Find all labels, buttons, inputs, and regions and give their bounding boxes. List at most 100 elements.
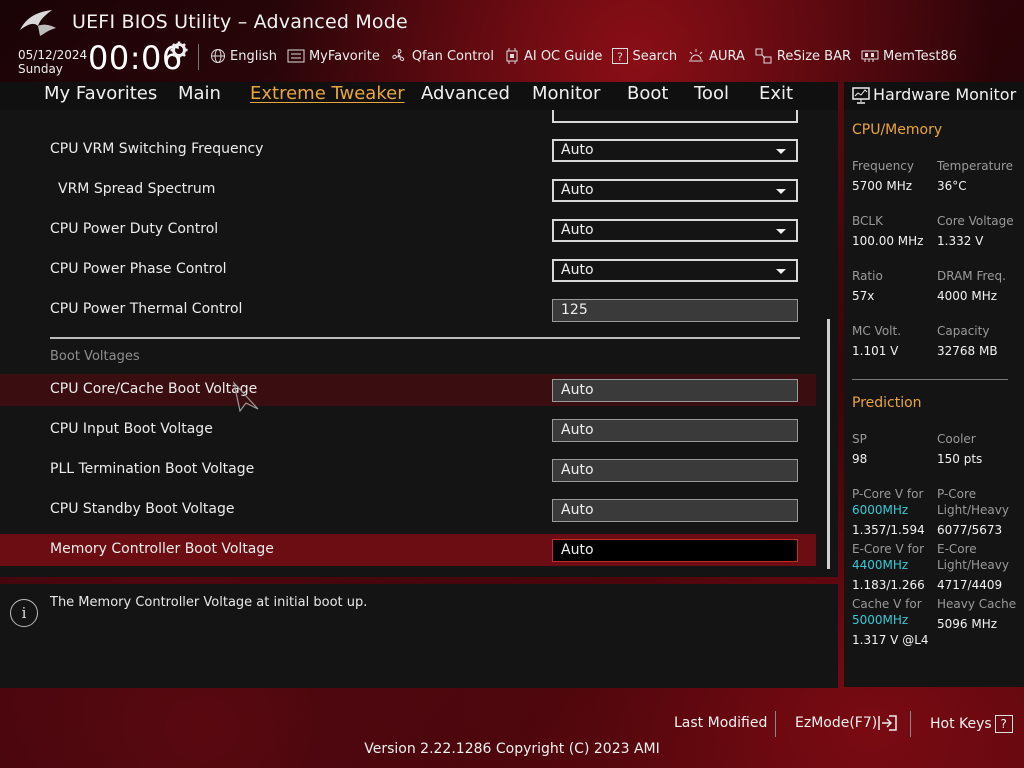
tab-my-favorites[interactable]: My Favorites xyxy=(44,83,157,104)
capacity-label: Capacity xyxy=(937,324,990,338)
hardware-monitor-header: Hardware Monitor xyxy=(844,82,1024,110)
dropdown-value: Auto xyxy=(561,262,594,278)
gear-icon[interactable] xyxy=(170,41,188,59)
temperature-value: 36°C xyxy=(937,179,967,193)
cpu-power-duty-control-dropdown[interactable]: Auto xyxy=(552,219,798,242)
memory-controller-boot-voltage-input[interactable]: Auto xyxy=(552,539,798,562)
ecore-lh-sublabel: Light/Heavy xyxy=(937,558,1009,572)
heavy-cache-value: 5096 MHz xyxy=(937,617,998,631)
ratio-value: 57x xyxy=(852,289,875,303)
dropdown-value: Auto xyxy=(561,182,594,198)
language-button[interactable]: English xyxy=(210,48,277,64)
setting-label: PLL Termination Boot Voltage xyxy=(50,461,255,477)
qfan-control-button[interactable]: Qfan Control xyxy=(390,48,494,64)
ecore-lh-value: 4717/4409 xyxy=(937,578,1003,592)
ecore-lh-label: E-Core xyxy=(937,542,977,556)
tab-boot[interactable]: Boot xyxy=(627,83,668,104)
last-modified-button[interactable]: Last Modified xyxy=(674,715,767,731)
vrm-spread-spectrum-dropdown[interactable]: Auto xyxy=(552,179,798,202)
hardware-monitor-panel: CPU/Memory Frequency 5700 MHz Temperatur… xyxy=(844,110,1024,687)
pcore-lh-label: P-Core xyxy=(937,487,977,501)
header-divider xyxy=(198,44,199,70)
pcore-lh-sublabel: Light/Heavy xyxy=(937,503,1009,517)
setting-row[interactable]: CPU Input Boot Voltage Auto xyxy=(0,414,816,446)
caret-down-icon xyxy=(776,269,786,274)
header-bar: UEFI BIOS Utility – Advanced Mode 05/12/… xyxy=(0,0,1024,82)
pcore-lh-value: 6077/5673 xyxy=(937,523,1003,537)
cpu-power-phase-control-dropdown[interactable]: Auto xyxy=(552,259,798,282)
tab-main[interactable]: Main xyxy=(178,83,221,104)
exit-arrow-icon xyxy=(878,715,897,731)
setting-row[interactable]: CPU Power Duty Control Auto xyxy=(0,214,816,246)
setting-row[interactable]: PLL Termination Boot Voltage Auto xyxy=(0,454,816,486)
cpu-standby-boot-voltage-input[interactable]: Auto xyxy=(552,499,798,522)
ecore-v-value: 1.183/1.266 xyxy=(852,578,925,592)
core-voltage-value: 1.332 V xyxy=(937,234,984,248)
mc-volt-value: 1.101 V xyxy=(852,344,899,358)
tab-advanced[interactable]: Advanced xyxy=(421,83,510,104)
cpu-vrm-switching-frequency-dropdown[interactable]: Auto xyxy=(552,139,798,162)
hardware-monitor-title: Hardware Monitor xyxy=(873,85,1017,104)
dropdown-value: Auto xyxy=(561,142,594,158)
pcore-v-label: P-Core V for xyxy=(852,487,924,501)
temperature-label: Temperature xyxy=(937,159,1014,173)
resize-bar-button[interactable]: ReSize BAR xyxy=(755,48,851,64)
favorite-icon xyxy=(287,49,305,63)
setting-label: Memory Controller Boot Voltage xyxy=(50,541,274,557)
hot-keys-label: Hot Keys xyxy=(930,716,992,732)
heavy-cache-label: Heavy Cache xyxy=(937,597,1017,611)
pll-termination-boot-voltage-input[interactable]: Auto xyxy=(552,459,798,482)
main-nav: My Favorites Main Extreme Tweaker Advanc… xyxy=(0,82,838,110)
language-label: English xyxy=(230,48,277,64)
setting-row[interactable]: CPU Power Phase Control Auto xyxy=(0,254,816,286)
ezmode-button[interactable]: EzMode(F7) xyxy=(795,715,899,731)
setting-label: CPU Power Phase Control xyxy=(50,261,227,277)
qfan-label: Qfan Control xyxy=(411,48,494,64)
sp-value: 98 xyxy=(852,452,868,466)
caret-down-icon xyxy=(776,149,786,154)
core-voltage-label: Core Voltage xyxy=(937,214,1014,228)
setting-row[interactable]: VRM Spread Spectrum Auto xyxy=(0,174,816,206)
pcore-v-freq: 6000MHz xyxy=(852,503,909,517)
myfavorite-button[interactable]: MyFavorite xyxy=(287,49,380,64)
caret-down-icon xyxy=(776,229,786,234)
setting-row[interactable]: CPU Power Thermal Control 125 xyxy=(0,294,816,326)
setting-row[interactable]: CPU VRM Switching Frequency Auto xyxy=(0,134,816,166)
tab-monitor[interactable]: Monitor xyxy=(532,83,600,104)
clock: 00:06 xyxy=(88,39,183,77)
hot-keys-button[interactable]: Hot Keys? xyxy=(930,715,1013,733)
setting-label: VRM Spread Spectrum xyxy=(58,181,216,197)
cooler-label: Cooler xyxy=(937,432,976,446)
tab-tool[interactable]: Tool xyxy=(694,83,729,104)
prediction-section-title: Prediction xyxy=(852,395,922,411)
memtest86-button[interactable]: MemTest86 xyxy=(861,49,957,64)
mc-volt-label: MC Volt. xyxy=(852,324,902,338)
cooler-value: 150 pts xyxy=(937,452,983,466)
help-text: The Memory Controller Voltage at initial… xyxy=(50,595,368,610)
aura-light-icon xyxy=(689,49,704,62)
search-button[interactable]: ? Search xyxy=(612,48,677,64)
globe-icon xyxy=(211,49,225,63)
cpu-input-boot-voltage-input[interactable]: Auto xyxy=(552,419,798,442)
ai-oc-guide-button[interactable]: AI OC Guide xyxy=(504,48,602,64)
memtest86-label: MemTest86 xyxy=(883,48,958,64)
scrollbar[interactable] xyxy=(827,319,830,569)
toolbar: English MyFavorite Qfan Control AI OC Gu… xyxy=(210,45,967,67)
cache-v-freq: 5000MHz xyxy=(852,613,909,627)
bclk-label: BCLK xyxy=(852,214,883,228)
setting-row-selected[interactable]: Memory Controller Boot Voltage Auto xyxy=(0,534,816,566)
cpu-power-thermal-control-input[interactable]: 125 xyxy=(552,299,798,322)
scrolled-off-field[interactable] xyxy=(552,110,798,123)
setting-label: CPU Input Boot Voltage xyxy=(50,421,213,437)
dram-freq-label: DRAM Freq. xyxy=(937,269,1006,283)
aura-label: AURA xyxy=(709,48,745,64)
cache-v-label: Cache V for xyxy=(852,597,922,611)
aura-button[interactable]: AURA xyxy=(687,48,745,64)
tab-exit[interactable]: Exit xyxy=(759,83,793,104)
cpu-core-cache-boot-voltage-input[interactable]: Auto xyxy=(552,379,798,402)
setting-row[interactable]: CPU Core/Cache Boot Voltage Auto xyxy=(0,374,816,406)
tab-extreme-tweaker[interactable]: Extreme Tweaker xyxy=(250,83,405,104)
mouse-cursor-icon xyxy=(232,381,259,413)
setting-row[interactable]: CPU Standby Boot Voltage Auto xyxy=(0,494,816,526)
app-title: UEFI BIOS Utility – Advanced Mode xyxy=(72,11,408,33)
